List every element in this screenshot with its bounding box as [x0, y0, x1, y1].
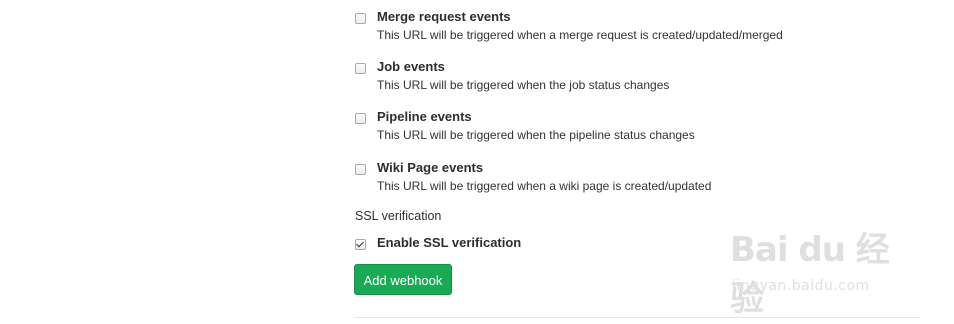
wiki-page-events-checkbox[interactable]	[355, 164, 366, 175]
merge-request-events-description: This URL will be triggered when a merge …	[377, 28, 783, 42]
job-events-checkbox[interactable]	[355, 63, 366, 74]
webhook-settings-page: Merge request events This URL will be tr…	[0, 0, 954, 324]
enable-ssl-label[interactable]: Enable SSL verification	[377, 235, 521, 250]
watermark-url: jingyan.baidu.com	[732, 278, 870, 294]
pipeline-events-label[interactable]: Pipeline events	[377, 109, 472, 124]
wiki-page-events-label[interactable]: Wiki Page events	[377, 160, 483, 175]
ssl-verification-heading: SSL verification	[355, 209, 442, 223]
pipeline-events-description: This URL will be triggered when the pipe…	[377, 128, 695, 142]
add-webhook-button[interactable]: Add webhook	[354, 264, 452, 295]
job-events-label[interactable]: Job events	[377, 59, 445, 74]
wiki-page-events-description: This URL will be triggered when a wiki p…	[377, 179, 712, 193]
baidu-jingyan-watermark: Bai du 经验 jingyan.baidu.com	[730, 222, 910, 319]
watermark-logo: Bai du 经验	[730, 230, 890, 319]
merge-request-events-checkbox[interactable]	[355, 13, 366, 24]
merge-request-events-label[interactable]: Merge request events	[377, 9, 511, 24]
pipeline-events-checkbox[interactable]	[355, 113, 366, 124]
enable-ssl-checkbox[interactable]	[355, 239, 366, 250]
job-events-description: This URL will be triggered when the job …	[377, 78, 670, 92]
